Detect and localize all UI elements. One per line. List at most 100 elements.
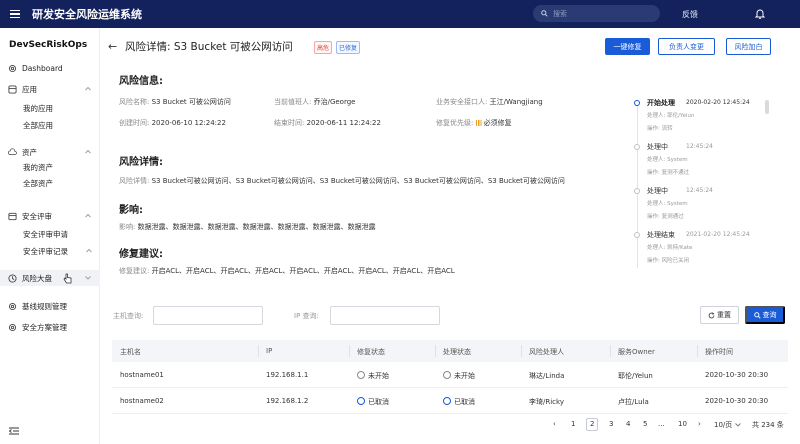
sidebar-item-label: Dashboard xyxy=(22,63,63,73)
chevron-down-icon xyxy=(734,423,741,427)
risk-name-field: 风险名称: S3 Bucket 可被公网访问 xyxy=(119,98,231,106)
timeline-dot xyxy=(634,100,640,106)
advice-title: 修复建议: xyxy=(119,249,163,260)
change-owner-button[interactable]: 负责人变更 xyxy=(658,38,715,55)
cell-owner: 卢拉/Lula xyxy=(618,398,649,406)
timeline-dot xyxy=(634,232,640,238)
host-query-label: 主机查询: xyxy=(113,312,144,320)
cell-time: 2020-10-30 20:30 xyxy=(705,397,769,405)
sidebar-item-my-apps[interactable]: 我的应用 xyxy=(23,103,53,114)
page-title: 风险详情: S3 Bucket 可被公网访问 xyxy=(125,41,293,53)
col-process-status: 处理状态 xyxy=(443,348,471,356)
query-button[interactable]: 查询 xyxy=(745,306,785,324)
page-1[interactable]: 1 xyxy=(571,420,575,428)
sidebar-item-apps[interactable]: 应用 xyxy=(0,81,100,97)
one-click-fix-button[interactable]: 一键修复 xyxy=(605,38,650,55)
prev-page-button[interactable]: ‹ xyxy=(553,420,556,428)
cell-owner: 耶伦/Yelun xyxy=(618,372,653,380)
column-divider xyxy=(435,345,436,357)
ip-query-label: IP 查询: xyxy=(294,312,319,320)
sidebar-item-assets[interactable]: 资产 xyxy=(0,144,100,160)
app-icon xyxy=(8,84,17,94)
timeline-scrollbar[interactable] xyxy=(765,100,769,114)
cell-fix-status: 已取消 xyxy=(357,397,389,407)
page-5[interactable]: 5 xyxy=(643,420,647,428)
sidebar-item-label: 应用 xyxy=(22,84,37,94)
search-icon xyxy=(753,311,761,319)
sidebar: DevSecRiskOps Dashboard 应用 我的应用 全部应用 资产 … xyxy=(0,28,100,444)
column-divider xyxy=(610,345,611,357)
not-started-icon xyxy=(443,371,451,379)
cell-process-status: 未开始 xyxy=(443,371,475,381)
process-timeline: 开始处理 2020-02-20 12:45:24 处理人: 耶伦/Yelun 操… xyxy=(632,98,767,268)
chevron-up-icon xyxy=(85,213,91,218)
page-ellipsis[interactable]: ... xyxy=(658,420,665,428)
back-arrow-icon[interactable]: ← xyxy=(108,40,117,53)
cell-process-status: 已取消 xyxy=(443,397,475,407)
ip-query-input[interactable] xyxy=(330,306,440,325)
main-content: ← 风险详情: S3 Bucket 可被公网访问 高危 已修复 一键修复 负责人… xyxy=(100,28,800,444)
sidebar-item-label: 基线规则管理 xyxy=(22,301,67,311)
col-handler: 风险处理人 xyxy=(529,348,564,356)
impact-text: 影响: 数据泄露、数据泄露、数据泄露、数据泄露、数据泄露、数据泄露、数据泄露 xyxy=(119,223,376,231)
reset-button[interactable]: 重置 xyxy=(700,306,739,324)
table-header: 主机名 IP 修复状态 处理状态 风险处理人 服务Owner 操作时间 xyxy=(112,340,788,362)
page-4[interactable]: 4 xyxy=(626,420,630,428)
page-3[interactable]: 3 xyxy=(609,420,613,428)
page-10[interactable]: 10 xyxy=(678,420,687,428)
risk-info-title: 风险信息: xyxy=(119,76,163,87)
status-badge: 已修复 xyxy=(336,41,361,54)
priority-field: 修复优先级: 必须修复 xyxy=(436,119,512,127)
review-icon xyxy=(8,212,17,221)
column-divider xyxy=(697,345,698,357)
sidebar-item-dashboard[interactable]: Dashboard xyxy=(0,60,100,76)
severity-badge: 高危 xyxy=(314,41,333,54)
table-row[interactable]: hostname01 192.168.1.1 未开始 未开始 琳达/Linda … xyxy=(112,362,788,388)
menu-icon[interactable] xyxy=(4,0,26,28)
col-ip: IP xyxy=(266,347,273,355)
column-divider xyxy=(349,345,350,357)
search-input[interactable] xyxy=(553,9,653,18)
total-count: 共 234 条 xyxy=(752,421,784,429)
chevron-up-icon xyxy=(85,86,91,91)
col-fix-status: 修复状态 xyxy=(357,348,385,356)
column-divider xyxy=(521,345,522,357)
sidebar-item-review-apply[interactable]: 安全评审申请 xyxy=(23,229,68,240)
risk-details-text: 风险详情: S3 Bucket可被公网访问、S3 Bucket可被公网访问、S3… xyxy=(119,177,565,185)
sidebar-item-label: 安全方案管理 xyxy=(22,322,67,332)
created-time-field: 创建时间: 2020-06-10 12:24:22 xyxy=(119,119,226,127)
timeline-dot xyxy=(634,188,640,194)
sidebar-item-baseline[interactable]: 基线规则管理 xyxy=(0,298,100,314)
feedback-link[interactable]: 反馈 xyxy=(682,9,698,20)
sidebar-item-review-records[interactable]: 安全评审记录 xyxy=(23,246,68,257)
search-box[interactable] xyxy=(533,5,660,22)
chevron-down-icon xyxy=(85,276,91,280)
cell-time: 2020-10-30 20:30 xyxy=(705,371,769,379)
cursor-hand-icon xyxy=(63,273,72,284)
sidebar-item-solutions[interactable]: 安全方案管理 xyxy=(0,319,100,335)
search-icon xyxy=(541,10,548,17)
collapse-menu-icon[interactable] xyxy=(9,427,19,435)
cell-fix-status: 未开始 xyxy=(357,371,389,381)
sidebar-item-my-assets[interactable]: 我的资产 xyxy=(23,162,53,173)
bell-icon[interactable] xyxy=(755,8,765,19)
top-bar: 研发安全风险运维系统 反馈 xyxy=(0,0,800,28)
sidebar-item-label: 安全评审 xyxy=(22,211,52,221)
sidebar-item-review[interactable]: 安全评审 xyxy=(0,208,100,224)
host-query-input[interactable] xyxy=(153,306,263,325)
table-row[interactable]: hostname02 192.168.1.2 已取消 已取消 李琦/Ricky … xyxy=(112,388,788,414)
sidebar-item-risk-board[interactable]: 风险大盘 xyxy=(0,270,100,286)
next-page-button[interactable]: › xyxy=(698,420,701,428)
timeline-dot xyxy=(634,144,640,150)
page-size-select[interactable]: 10/页 xyxy=(714,420,741,430)
refresh-icon xyxy=(708,311,715,318)
sidebar-item-all-assets[interactable]: 全部资产 xyxy=(23,178,53,189)
sidebar-item-all-apps[interactable]: 全部应用 xyxy=(23,120,53,131)
col-owner: 服务Owner xyxy=(618,348,655,356)
cancelled-clock-icon xyxy=(443,397,451,405)
priority-icon xyxy=(475,120,482,126)
page-2[interactable]: 2 xyxy=(590,420,594,428)
gear-icon xyxy=(8,64,17,73)
whitelist-button[interactable]: 风险加白 xyxy=(726,38,771,55)
app-title: 研发安全风险运维系统 xyxy=(32,8,142,21)
